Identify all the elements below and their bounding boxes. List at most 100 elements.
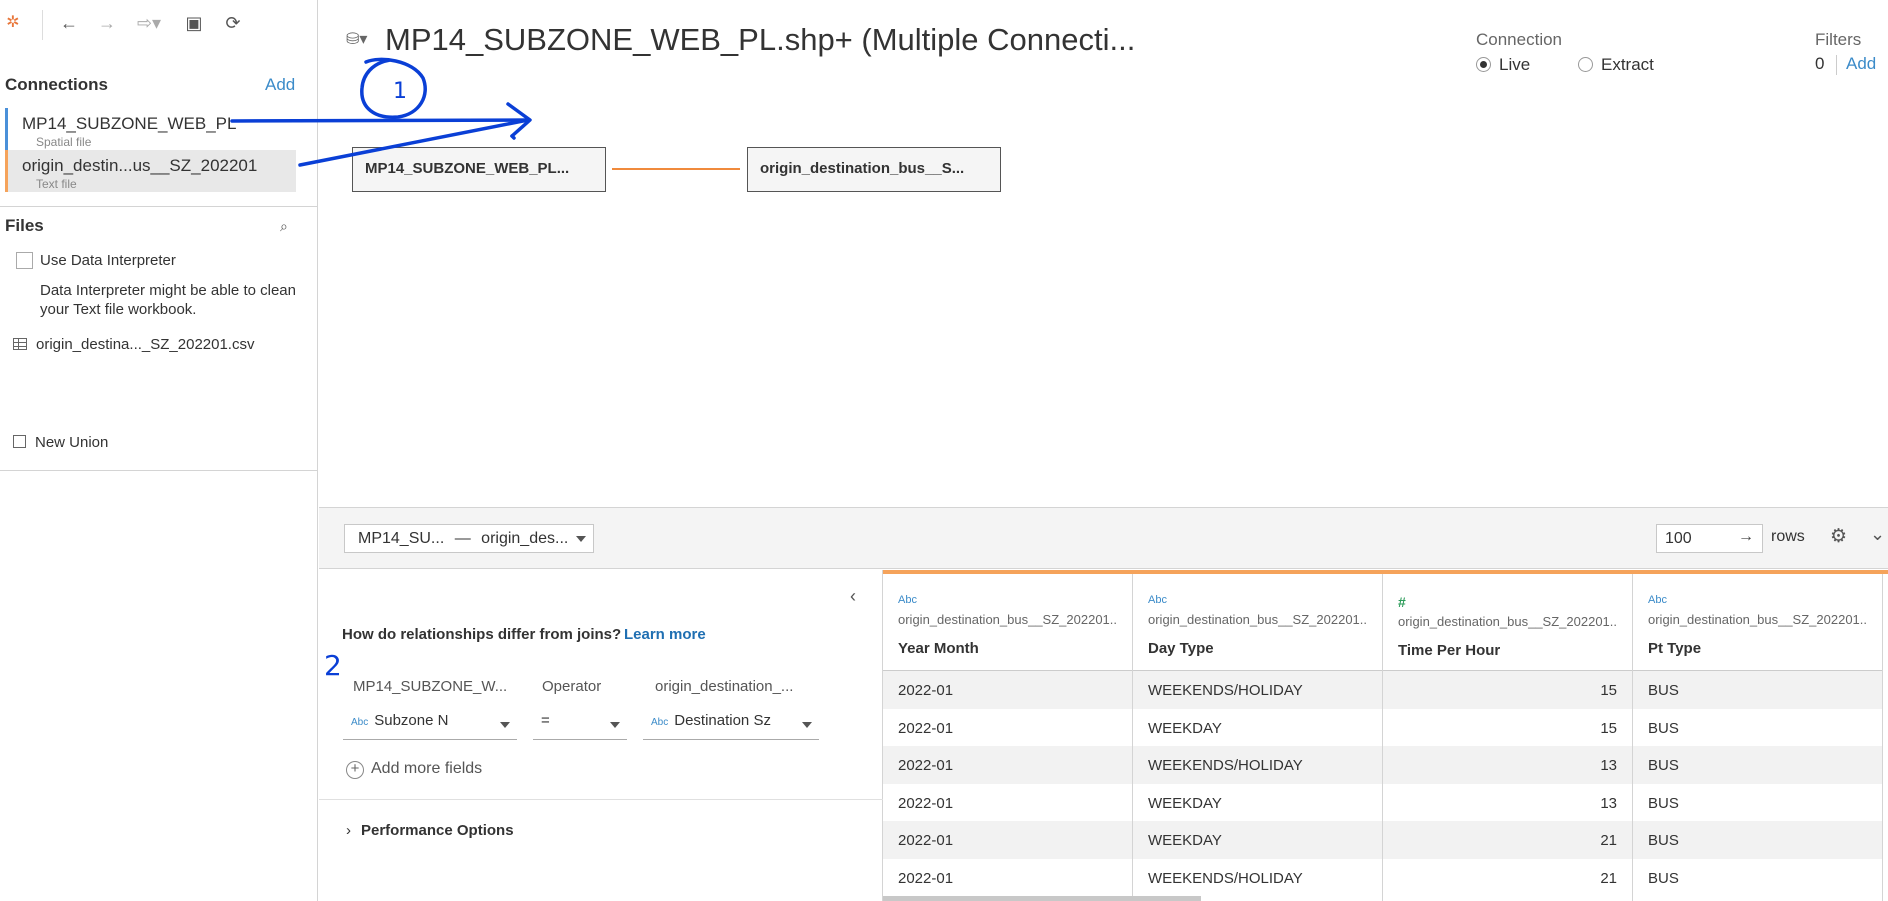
add-more-fields-button[interactable]: + Add more fields <box>346 760 482 779</box>
connection-item-subzone[interactable]: MP14_SUBZONE_WEB_PL Spatial file <box>5 108 296 150</box>
left-table-box[interactable]: MP14_SUBZONE_WEB_PL... <box>352 147 606 192</box>
relationship-noodle[interactable] <box>612 168 740 170</box>
rows-label: rows <box>1771 528 1805 545</box>
chevron-down-icon[interactable]: ⌄ <box>1870 524 1885 545</box>
grid-cell: BUS <box>1648 719 1679 737</box>
column-header[interactable]: # origin_destination_bus__SZ_202201... T… <box>1383 574 1632 671</box>
right-field-header: origin_destination_... <box>655 678 794 695</box>
collapse-panel-icon[interactable]: ‹ <box>850 586 856 607</box>
annotation-label-1: 1 <box>393 79 407 104</box>
live-label[interactable]: Live <box>1499 55 1530 75</box>
search-icon[interactable]: ⌕ <box>280 218 288 235</box>
use-data-interpreter-checkbox[interactable] <box>16 252 33 269</box>
add-filter-link[interactable]: Add <box>1846 54 1876 74</box>
column-header[interactable]: Abc origin_destination_bus__SZ_202201...… <box>883 574 1132 671</box>
annotation-arrowhead <box>506 102 532 138</box>
number-type-icon[interactable]: # <box>1398 594 1617 610</box>
table-icon <box>13 338 27 350</box>
string-type-icon[interactable]: Abc <box>898 594 1117 606</box>
string-type-icon[interactable]: Abc <box>1648 594 1867 606</box>
grid-cell: WEEKDAY <box>1148 794 1222 812</box>
relationship-left: MP14_SU... <box>358 530 445 547</box>
refresh-icon[interactable]: ⟳ <box>222 12 244 34</box>
plus-circle-icon: + <box>346 761 364 779</box>
column-source: origin_destination_bus__SZ_202201... <box>1148 612 1367 627</box>
column-header[interactable]: Abc origin_destination_bus__SZ_202201...… <box>1633 574 1882 671</box>
connections-heading: Connections <box>5 75 108 94</box>
tableau-logo-icon[interactable]: ✲ <box>2 12 24 34</box>
left-field-value: Subzone N <box>374 712 449 729</box>
use-data-interpreter-label[interactable]: Use Data Interpreter <box>40 252 176 269</box>
sidebar: ✲ ← → ⇨▾ ▣ ⟳ Connections Add MP14_SUBZON… <box>0 0 318 901</box>
operator-header: Operator <box>542 678 602 695</box>
datasource-title[interactable]: MP14_SUBZONE_WEB_PL.shp+ (Multiple Conne… <box>385 22 1135 58</box>
string-type-icon[interactable]: Abc <box>1148 594 1367 606</box>
performance-options-toggle[interactable]: › Performance Options <box>346 822 514 839</box>
files-heading: Files <box>5 216 44 235</box>
relationship-right: origin_des... <box>481 530 569 547</box>
relationship-select[interactable]: MP14_SU... — origin_des... <box>344 524 594 553</box>
save-icon[interactable]: ▣ <box>183 12 205 34</box>
toolbar: ✲ ← → ⇨▾ ▣ ⟳ <box>0 0 318 48</box>
column-name: Time Per Hour <box>1398 642 1501 659</box>
connection-type: Text file <box>36 177 77 191</box>
right-field-select[interactable]: Abc Destination Sz <box>643 712 819 740</box>
filters-count: 0 <box>1815 54 1825 73</box>
column-header[interactable]: Abc origin_destination_bus__SZ_202201...… <box>1133 574 1382 671</box>
gear-icon[interactable]: ⚙ <box>1830 525 1847 548</box>
grid-cell: 21 <box>1600 869 1617 887</box>
add-connection-link[interactable]: Add <box>265 75 295 95</box>
divider <box>0 206 318 207</box>
grid-column-time-per-hour[interactable]: # origin_destination_bus__SZ_202201... T… <box>1383 574 1633 901</box>
column-source: origin_destination_bus__SZ_202201... <box>898 612 1117 627</box>
connection-item-origin-destination[interactable]: origin_destin...us__SZ_202201 Text file <box>5 150 296 192</box>
grid-cell: BUS <box>1648 794 1679 812</box>
grid-cell: WEEKDAY <box>1133 821 1382 859</box>
grid-cell: 21 <box>1383 821 1632 859</box>
file-name: origin_destina..._SZ_202201.csv <box>36 336 255 353</box>
live-radio[interactable] <box>1476 57 1491 72</box>
grid-cell: 15 <box>1383 671 1632 709</box>
grid-cell: BUS <box>1633 671 1882 709</box>
redo-options-icon[interactable]: ⇨▾ <box>134 12 164 34</box>
datasource-icon[interactable]: ⛁▾ <box>346 29 367 49</box>
column-name: Year Month <box>898 640 979 657</box>
grid-column-pt-type[interactable]: Abc origin_destination_bus__SZ_202201...… <box>1633 574 1883 901</box>
horizontal-scrollbar[interactable] <box>883 896 1201 901</box>
string-type-icon: Abc <box>351 717 369 728</box>
grid-cell: 13 <box>1600 794 1617 812</box>
filters-divider <box>1836 55 1837 75</box>
left-field-header: MP14_SUBZONE_W... <box>353 678 508 695</box>
right-table-box[interactable]: origin_destination_bus__S... <box>747 147 1001 192</box>
left-field-select[interactable]: Abc Subzone N <box>343 712 517 740</box>
back-icon[interactable]: ← <box>58 12 80 34</box>
grid-cell: 2022-01 <box>898 794 954 812</box>
chevron-down-icon[interactable] <box>610 722 620 728</box>
column-source: origin_destination_bus__SZ_202201... <box>1398 614 1617 629</box>
learn-more-link[interactable]: Learn more <box>624 626 706 643</box>
annotation-circle <box>360 57 427 119</box>
extract-radio[interactable] <box>1578 57 1593 72</box>
grid-cell: 2022-01 <box>883 821 1132 859</box>
new-union-item[interactable]: New Union <box>13 434 108 451</box>
annotation-arrowhead-tick <box>510 134 516 140</box>
operator-value: = <box>541 712 550 729</box>
grid-cell: 2022-01 <box>883 746 1132 784</box>
filters-heading: Filters <box>1815 30 1862 49</box>
extract-label[interactable]: Extract <box>1601 55 1654 75</box>
chevron-down-icon[interactable] <box>576 536 586 542</box>
chevron-right-icon: › <box>346 822 351 839</box>
forward-icon[interactable]: → <box>96 12 118 34</box>
union-icon <box>13 435 26 448</box>
grid-cell: BUS <box>1633 746 1882 784</box>
grid-column-year-month[interactable]: Abc origin_destination_bus__SZ_202201...… <box>883 574 1133 901</box>
file-item-csv[interactable]: origin_destina..._SZ_202201.csv <box>13 336 254 353</box>
grid-cell: 2022-01 <box>898 869 954 887</box>
apply-arrow-icon[interactable]: → <box>1738 528 1754 546</box>
grid-column-day-type[interactable]: Abc origin_destination_bus__SZ_202201...… <box>1133 574 1383 901</box>
toolbar-divider <box>42 10 43 40</box>
chevron-down-icon[interactable] <box>500 722 510 728</box>
interpreter-note: Data Interpreter might be able to clean … <box>40 282 296 318</box>
chevron-down-icon[interactable] <box>802 722 812 728</box>
string-type-icon: Abc <box>651 717 669 728</box>
